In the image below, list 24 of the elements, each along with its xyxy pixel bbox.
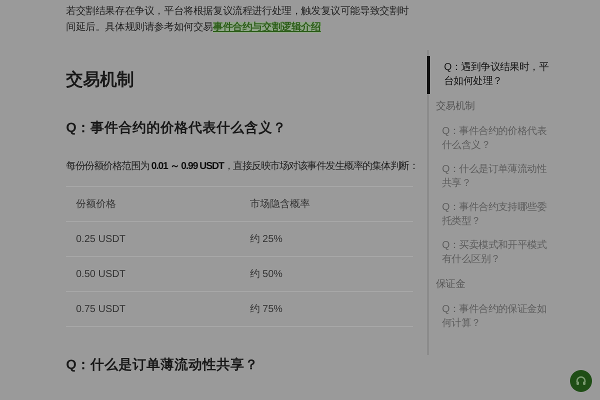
- intro-paragraph: 若交割结果存在争议，平台将根据复议流程进行处理，触发复议可能导致交割时间延后。具体规则请参考如何交易事件合约与交割逻辑介绍: [66, 4, 410, 35]
- toc-section-link[interactable]: 交易机制: [427, 94, 549, 120]
- table-cell: 0.75 USDT: [66, 292, 240, 326]
- table-cell: 约 50%: [240, 256, 413, 292]
- price-paragraph: 每份份额价格范围为 0.01 ～ 0.99 USDT，直接反映市场对该事件发生概率的集体判断：: [66, 160, 418, 174]
- question-heading: Q：事件合约的价格代表什么含义？: [66, 119, 288, 137]
- table-cell: 约 25%: [240, 222, 413, 256]
- section-heading: 交易机制: [66, 69, 135, 91]
- table-cell: 0.25 USDT: [66, 222, 240, 256]
- question-heading: Q：什么是订单薄流动性共享？: [66, 356, 260, 374]
- column-header: 份额价格: [66, 186, 240, 222]
- toc-question-link[interactable]: Q：买卖模式和开平模式有什么区别？: [427, 234, 549, 272]
- toc-section-link[interactable]: 保证金: [427, 272, 549, 298]
- headset-icon: [575, 375, 587, 387]
- toc-question-link[interactable]: Q：事件合约支持哪些委托类型？: [427, 196, 549, 234]
- table-cell: 约 75%: [240, 292, 413, 326]
- support-chat-button[interactable]: [570, 370, 592, 392]
- toc-question-link[interactable]: Q：事件合约的保证金如何计算？: [427, 298, 549, 336]
- toc-question-link[interactable]: Q：遇到争议结果时，平台如何处理？: [427, 56, 549, 94]
- column-header: 市场隐含概率: [240, 186, 413, 222]
- toc-question-link[interactable]: Q：事件合约的价格代表什么含义？: [427, 120, 549, 158]
- guide-link[interactable]: 事件合约与交割逻辑介绍: [213, 22, 321, 33]
- toc-question-link[interactable]: Q：什么是订单薄流动性共享？: [427, 158, 549, 196]
- table-cell: 0.50 USDT: [66, 256, 240, 292]
